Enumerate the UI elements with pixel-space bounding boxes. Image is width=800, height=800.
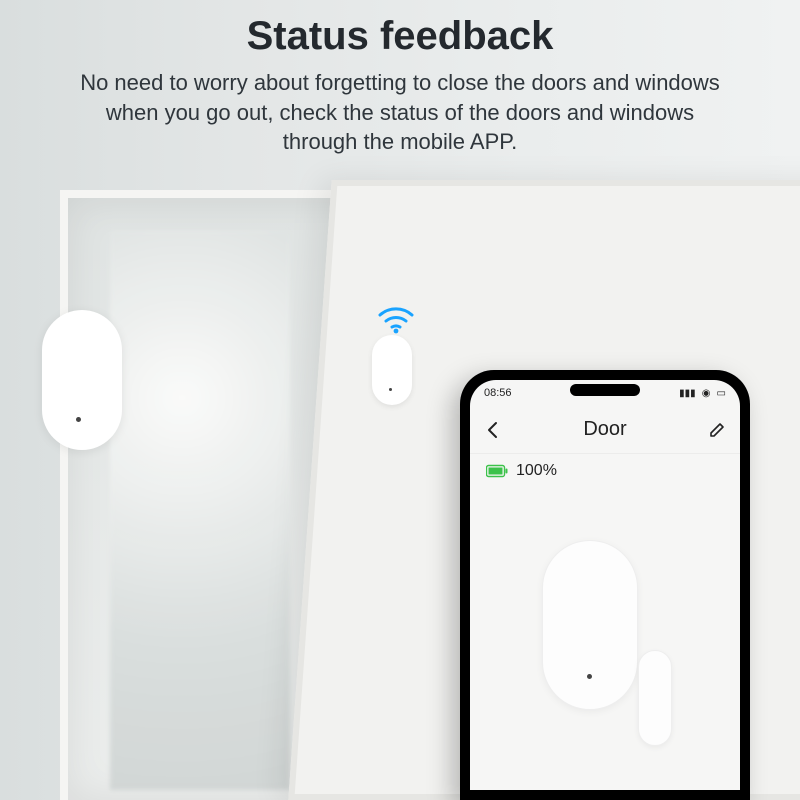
- door-sensor-magnet: [372, 335, 412, 405]
- arrow-left-icon: [484, 421, 502, 439]
- phone-mockup: 08:56 ▮▮▮ ◉ ▭ Door: [460, 370, 750, 800]
- signal-icon: ▮▮▮: [679, 388, 696, 399]
- door-sensor-main: [42, 310, 122, 450]
- battery-percent: 100%: [516, 462, 557, 480]
- battery-icon: [486, 464, 508, 478]
- app-header: Door: [470, 406, 740, 454]
- phone-notch: [570, 384, 640, 396]
- device-sensor-magnet: [638, 650, 672, 746]
- interior-blur: [110, 230, 290, 790]
- battery-status-row: 100%: [470, 454, 740, 480]
- battery-small-icon: ▭: [717, 388, 726, 399]
- product-marketing-scene: Status feedback No need to worry about f…: [0, 0, 800, 800]
- section-title: Status feedback: [0, 14, 800, 59]
- edit-button[interactable]: [694, 406, 740, 454]
- section-subtitle: No need to worry about forgetting to clo…: [70, 68, 730, 157]
- wifi-small-icon: ◉: [702, 388, 711, 399]
- phone-screen: 08:56 ▮▮▮ ◉ ▭ Door: [470, 380, 740, 790]
- back-button[interactable]: [470, 406, 516, 454]
- app-title: Door: [583, 418, 626, 441]
- pencil-icon: [708, 421, 726, 439]
- device-sensor-main: [542, 540, 638, 710]
- statusbar-time: 08:56: [484, 387, 512, 399]
- device-illustration: [470, 540, 740, 790]
- statusbar-icons: ▮▮▮ ◉ ▭: [676, 387, 726, 399]
